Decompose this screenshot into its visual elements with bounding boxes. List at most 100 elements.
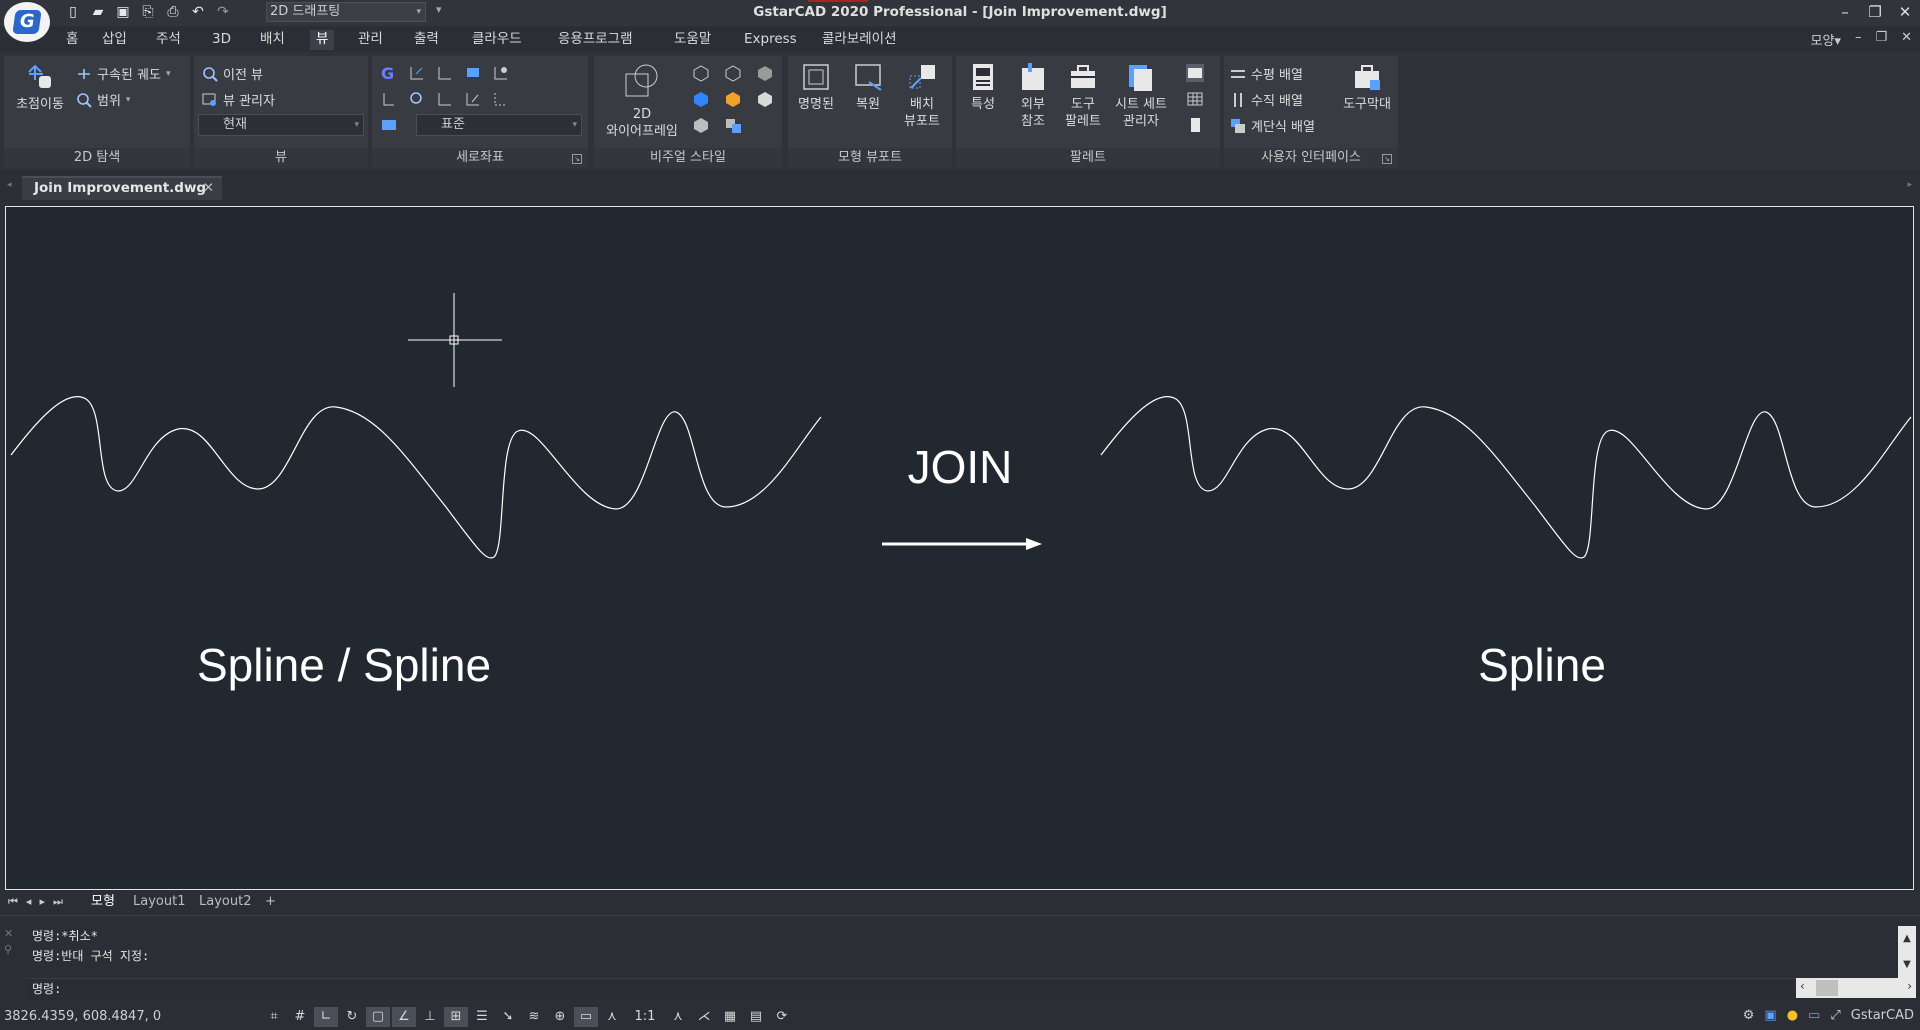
ucs-origin-icon[interactable] [436,64,454,82]
osnap-icon[interactable]: ▢ [366,1007,390,1027]
workspace-select[interactable]: 2D 드래프팅 ▾ [266,2,426,22]
drawing-canvas[interactable]: JOIN Spline / Spline Spline [5,206,1914,890]
tile-vertical-button[interactable]: 수직 배열 [1230,90,1303,109]
tab-help[interactable]: 도움말 [668,30,717,50]
tab-applications[interactable]: 응용프로그램 [552,30,639,50]
view-manager-button[interactable]: 뷰 관리자 [202,90,275,109]
ucs-x-icon[interactable] [436,90,454,108]
save-as-icon[interactable]: ⎘ [137,2,159,22]
lightbulb-icon[interactable]: ● [1787,1008,1798,1023]
ortho-icon[interactable]: ∟ [314,1007,338,1027]
undo-icon[interactable]: ↶ [187,2,209,22]
zoom-status-icon[interactable]: ⊕ [548,1007,572,1027]
panel-launcher-icon[interactable]: ↘ [572,154,582,164]
pan-button[interactable]: 초점이동 [8,62,72,113]
wireframe-2d-button[interactable]: 2D 와이어프레임 [600,62,684,140]
hidden-style-icon[interactable] [692,64,710,82]
ucs-z-icon[interactable] [492,90,510,108]
tab-insert[interactable]: 삽입 [96,30,133,50]
named-viewports-button[interactable]: 명명된 [792,62,840,113]
selection-cycling-icon[interactable]: ➘ [496,1007,520,1027]
ucs-y-icon[interactable] [464,90,482,108]
doc-minimize-icon[interactable]: – [1855,30,1862,49]
annotation-visibility-icon[interactable]: ⋏ [666,1007,690,1027]
command-input[interactable]: 명령: [26,978,1898,1000]
next-layout-icon[interactable]: ▸ [39,895,45,909]
command-line-icon[interactable] [1186,64,1204,82]
appearance-menu[interactable]: 모양▾ [1810,30,1840,49]
table-icon[interactable] [1186,90,1204,108]
snap-grid-icon[interactable]: ⌗ [262,1007,286,1027]
sync-icon[interactable]: ⟳ [770,1007,794,1027]
tab-express[interactable]: Express [738,30,803,50]
restore-viewport-button[interactable]: 복원 [844,62,892,113]
close-command-icon[interactable]: ✕ [4,926,13,942]
redo-icon[interactable]: ↷ [212,2,234,22]
first-layout-icon[interactable]: ⏮ [8,895,18,909]
close-tab-icon[interactable]: ✕ [203,178,214,198]
add-layout-button[interactable]: + [260,893,281,913]
layer-icon[interactable]: ≋ [522,1007,546,1027]
previous-view-button[interactable]: 이전 뷰 [202,64,263,83]
command-hscrollbar[interactable]: ‹ › [1796,978,1916,998]
xref-button[interactable]: 외부 참조 [1010,62,1056,130]
restore-icon[interactable]: ❐ [1860,0,1890,24]
lock-icon[interactable]: ▣ [1764,1008,1776,1023]
scroll-up-icon[interactable]: ▲ [1898,926,1916,952]
auto-scale-icon[interactable]: ⋌ [692,1007,716,1027]
tab-view[interactable]: 뷰 [310,30,335,50]
scroll-right-icon[interactable]: › [1907,979,1912,993]
annotation-scale-icon[interactable]: ⋏ [600,1007,624,1027]
named-view-select[interactable]: 현재 ▾ [198,114,364,136]
ucs-object-icon[interactable] [492,64,510,82]
ucs-world-icon[interactable] [408,64,426,82]
command-scrollbar[interactable]: ▲ ▼ [1898,926,1916,978]
toolbars-button[interactable]: 도구막대 [1338,62,1396,113]
sheet-set-manager-button[interactable]: 시트 세트 관리자 [1106,62,1176,130]
tab-home[interactable]: 홈 [60,30,84,50]
properties-button[interactable]: 특성 [960,62,1006,113]
tab-layout1[interactable]: Layout1 [128,893,190,913]
otrack-icon[interactable]: ∠ [392,1007,416,1027]
tab-cloud[interactable]: 클라우드 [466,30,528,50]
ducs-icon[interactable]: ⊥ [418,1007,442,1027]
grid-icon[interactable]: # [288,1007,312,1027]
document-tab[interactable]: Join Improvement.dwg ✕ [22,176,222,200]
ucs-3point-icon[interactable] [380,90,398,108]
panel-launcher-icon[interactable]: ↘ [1382,154,1392,164]
constrained-orbit-button[interactable]: 구속된 궤도 ▾ [76,64,170,83]
doc-close-icon[interactable]: ✕ [1901,30,1912,49]
tab-collaboration[interactable]: 콜라보레이션 [816,30,903,50]
fullscreen-icon[interactable]: ⤢ [1830,1008,1840,1023]
scale-value[interactable]: 1:1 [626,1007,664,1027]
shaded-style-icon[interactable] [692,90,710,108]
tab-3d[interactable]: 3D [206,30,237,50]
app-menu-button[interactable]: G [4,2,50,42]
spline-left-1[interactable] [10,396,822,559]
quick-properties-icon[interactable]: ▤ [744,1007,768,1027]
workspace-grid-icon[interactable]: ▦ [718,1007,742,1027]
prev-layout-icon[interactable]: ◂ [26,895,32,909]
model-space-icon[interactable]: ▭ [574,1007,598,1027]
conceptual-style-icon[interactable] [724,64,742,82]
ucs-zoom-icon[interactable] [408,90,426,108]
settings-command-icon[interactable]: ⚲ [4,942,13,958]
calculator-icon[interactable] [1186,116,1204,134]
tile-horizontal-button[interactable]: 수평 배열 [1230,64,1303,83]
tab-annotate[interactable]: 주석 [150,30,187,50]
visual-style-manager-icon[interactable] [724,116,742,134]
last-layout-icon[interactable]: ⏭ [53,895,63,909]
ucs-icon[interactable]: G [380,64,398,83]
ucs-view-icon[interactable] [464,64,482,82]
tab-layout2[interactable]: Layout2 [194,893,256,913]
ucs-named-icon[interactable] [380,116,398,134]
open-folder-icon[interactable]: ▰ [87,2,109,22]
customize-qat-icon[interactable]: ▾ [436,3,442,16]
doc-restore-icon[interactable]: ❐ [1875,30,1887,49]
scroll-down-icon[interactable]: ▼ [1898,952,1916,978]
shaded-edges-style-icon[interactable] [724,90,742,108]
dynamic-input-icon[interactable]: ⊞ [444,1007,468,1027]
zoom-extents-button[interactable]: 범위 ▾ [76,90,130,109]
tool-palettes-button[interactable]: 도구 팔레트 [1060,62,1106,130]
tab-model[interactable]: 모형 [86,893,120,913]
